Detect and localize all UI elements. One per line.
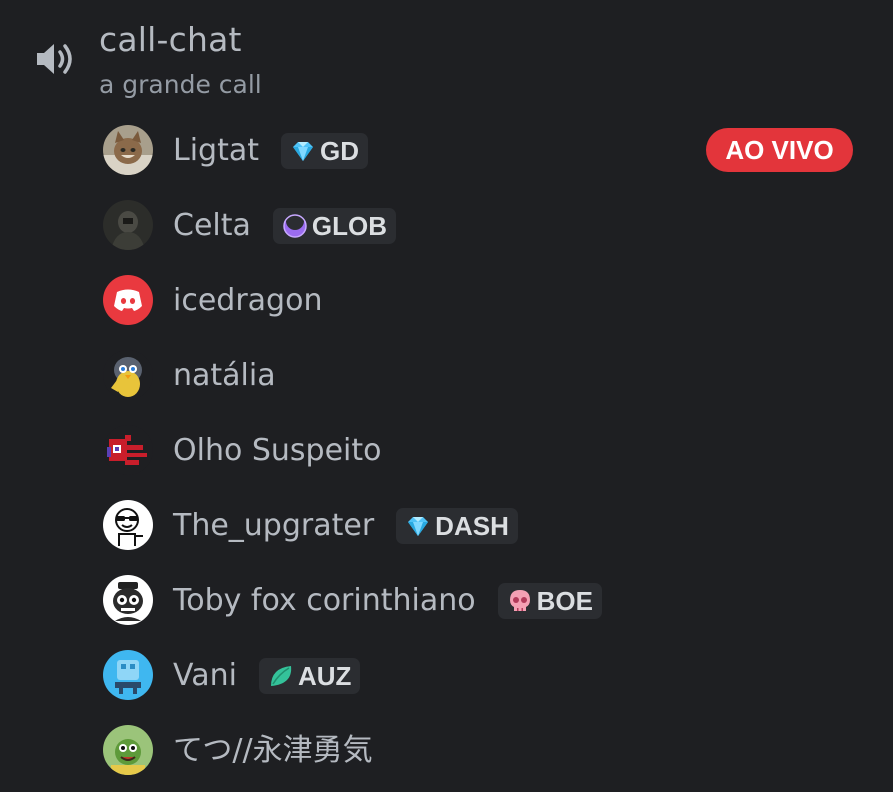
- avatar[interactable]: [103, 650, 153, 700]
- leaf-icon: [270, 666, 292, 686]
- voice-user-row[interactable]: Celta GLOB: [0, 188, 893, 263]
- server-tag-badge[interactable]: GD: [281, 133, 369, 169]
- avatar[interactable]: [103, 425, 153, 475]
- server-tag-label: GD: [320, 136, 360, 166]
- username[interactable]: Toby fox corinthiano: [173, 581, 476, 621]
- channel-name[interactable]: call-chat: [99, 18, 242, 62]
- speaker-icon: [37, 44, 72, 74]
- avatar[interactable]: [103, 125, 153, 175]
- diamond-icon: [408, 517, 429, 536]
- voice-user-row[interactable]: natália: [0, 338, 893, 413]
- username[interactable]: てつ//永津勇気: [173, 731, 373, 771]
- crescent-moon-icon: [283, 212, 307, 238]
- diamond-icon: [293, 142, 314, 161]
- server-tag-badge[interactable]: GLOB: [272, 208, 396, 244]
- avatar[interactable]: [103, 725, 153, 775]
- live-badge[interactable]: AO VIVO: [706, 128, 853, 172]
- avatar[interactable]: [103, 275, 153, 325]
- server-tag-label: DASH: [435, 511, 509, 541]
- voice-user-row[interactable]: Olho Suspeito: [0, 413, 893, 488]
- username[interactable]: Olho Suspeito: [173, 431, 382, 471]
- voice-channel-panel: call-chat a grande call Ligtat GD AO VIV…: [0, 0, 893, 792]
- avatar[interactable]: [103, 200, 153, 250]
- voice-user-row[interactable]: Toby fox corinthiano BOE: [0, 563, 893, 638]
- voice-user-row[interactable]: Vani AUZ: [0, 638, 893, 713]
- username[interactable]: natália: [173, 356, 276, 396]
- avatar[interactable]: [103, 575, 153, 625]
- voice-user-list: Ligtat GD AO VIVO Celta GLOB icedragon n…: [0, 113, 893, 788]
- avatar[interactable]: [103, 350, 153, 400]
- username[interactable]: Ligtat: [173, 131, 259, 171]
- server-tag-label: AUZ: [297, 661, 352, 691]
- channel-topic: a grande call: [99, 70, 262, 99]
- username[interactable]: icedragon: [173, 281, 322, 321]
- server-tag-badge[interactable]: DASH: [396, 508, 518, 544]
- server-tag-badge[interactable]: BOE: [497, 583, 602, 619]
- voice-user-row[interactable]: The_upgrater DASH: [0, 488, 893, 563]
- voice-user-row[interactable]: icedragon: [0, 263, 893, 338]
- username[interactable]: Vani: [173, 656, 237, 696]
- voice-user-row[interactable]: Ligtat GD AO VIVO: [0, 113, 893, 188]
- voice-channel-header[interactable]: call-chat a grande call: [0, 0, 893, 115]
- username[interactable]: Celta: [173, 206, 251, 246]
- username[interactable]: The_upgrater: [173, 506, 374, 546]
- server-tag-label: BOE: [536, 586, 593, 616]
- avatar[interactable]: [103, 500, 153, 550]
- voice-user-row[interactable]: てつ//永津勇気: [0, 713, 893, 788]
- server-tag-badge[interactable]: AUZ: [258, 658, 361, 694]
- server-tag-label: GLOB: [311, 211, 387, 241]
- skull-icon: [509, 590, 530, 611]
